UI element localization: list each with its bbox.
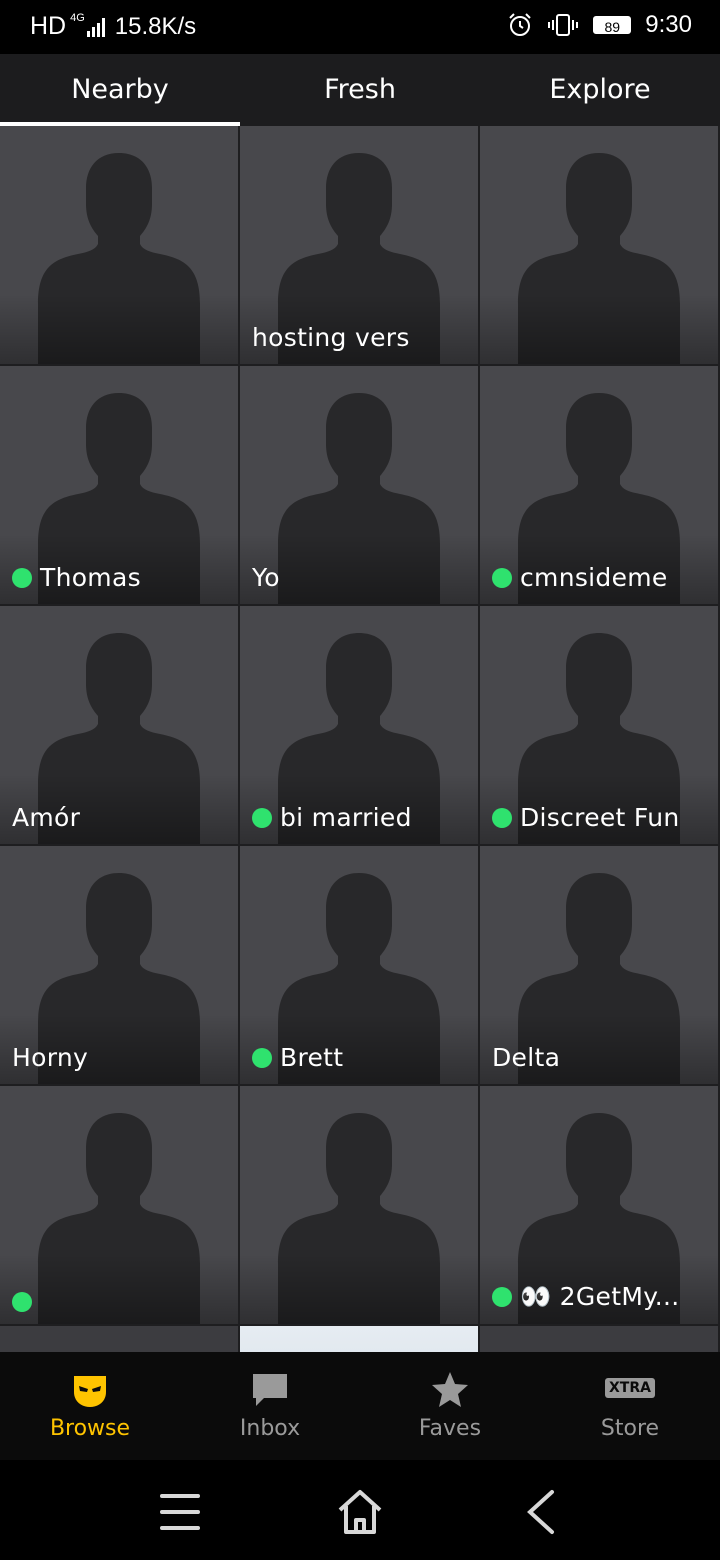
tab-label: Explore — [549, 74, 651, 105]
hd-indicator: HD — [30, 12, 67, 40]
profile-label: Amór — [12, 803, 232, 832]
profile-label: Discreet Fun — [492, 803, 712, 832]
online-indicator-icon — [492, 1287, 512, 1307]
tab-nearby[interactable]: Nearby — [0, 54, 240, 126]
tile-shade — [480, 294, 718, 364]
status-bar: HD 4G 15.8K/s 89 9:30 — [0, 0, 720, 54]
menu-icon[interactable] — [150, 1482, 210, 1542]
profile-tile[interactable]: Amór — [0, 606, 238, 844]
profile-tile-partial[interactable] — [240, 1326, 478, 1352]
profile-label: Yo — [252, 563, 472, 592]
online-indicator-icon — [12, 1292, 32, 1312]
chat-bubble-icon — [253, 1374, 287, 1406]
nav-label: Store — [600, 1416, 660, 1441]
profile-label: Brett — [252, 1043, 472, 1072]
profile-tile[interactable]: Thomas — [0, 366, 238, 604]
profile-tile[interactable]: hosting vers — [240, 126, 478, 364]
profile-tile[interactable]: Delta — [480, 846, 718, 1084]
profile-name: hosting vers — [252, 323, 410, 352]
profile-name: Brett — [280, 1043, 344, 1072]
profile-tile[interactable]: bi married — [240, 606, 478, 844]
profile-tile-partial[interactable] — [0, 1326, 238, 1352]
vibrate-icon — [548, 14, 579, 36]
profile-tile[interactable] — [240, 1086, 478, 1324]
system-nav-bar — [0, 1460, 720, 1560]
profile-name: Delta — [492, 1043, 561, 1072]
profile-name: Thomas — [40, 563, 141, 592]
profile-label: Thomas — [12, 563, 232, 592]
profile-name: Horny — [12, 1043, 89, 1072]
nav-faves[interactable]: Faves — [360, 1352, 540, 1460]
star-icon — [432, 1372, 468, 1407]
profile-name: Yo — [252, 563, 280, 592]
nav-store[interactable]: XTRA Store — [540, 1352, 720, 1460]
status-left: HD 4G 15.8K/s — [30, 12, 196, 41]
online-indicator-icon — [252, 807, 272, 828]
profile-tile-partial[interactable] — [480, 1326, 718, 1352]
profile-name: Amór — [12, 803, 81, 832]
status-right: 89 9:30 — [507, 11, 692, 39]
profile-tile[interactable]: cmnsideme — [480, 366, 718, 604]
top-tabs: Nearby Fresh Explore — [0, 54, 720, 126]
profile-label: Horny — [12, 1043, 232, 1072]
profile-tile[interactable]: Yo — [240, 366, 478, 604]
tab-fresh[interactable]: Fresh — [240, 54, 480, 126]
nav-label: Browse — [49, 1416, 131, 1441]
profile-tile[interactable]: 👀 2GetMy... — [480, 1086, 718, 1324]
bottom-nav: Browse Inbox Faves XTRA Store — [0, 1352, 720, 1460]
profile-grid: hosting vers Thomas Yo cmnsideme Amór bi marr… — [0, 126, 720, 1352]
online-indicator-icon — [492, 807, 512, 828]
tab-label: Fresh — [324, 74, 396, 105]
nav-label: Inbox — [239, 1416, 301, 1441]
tile-shade — [0, 1254, 238, 1324]
browse-mask-icon — [74, 1376, 106, 1407]
profile-tile[interactable] — [480, 126, 718, 364]
home-icon[interactable] — [330, 1482, 390, 1542]
clock: 9:30 — [645, 11, 692, 38]
xtra-badge-icon: XTRA — [605, 1378, 655, 1398]
profile-label: Delta — [492, 1043, 712, 1072]
back-icon[interactable] — [510, 1482, 570, 1542]
tab-label: Nearby — [71, 74, 169, 105]
profile-tile[interactable] — [0, 126, 238, 364]
profile-tile[interactable]: Discreet Fun — [480, 606, 718, 844]
online-indicator-icon — [492, 567, 512, 588]
tab-explore[interactable]: Explore — [480, 54, 720, 126]
profile-name: cmnsideme — [520, 563, 668, 592]
nav-inbox[interactable]: Inbox — [180, 1352, 360, 1460]
profile-tile[interactable]: Horny — [0, 846, 238, 1084]
profile-label: 👀 2GetMy... — [492, 1282, 712, 1312]
battery-icon: 89 — [593, 16, 632, 35]
nav-browse[interactable]: Browse — [0, 1352, 180, 1460]
network-speed: 15.8K/s — [114, 12, 197, 40]
profile-label: cmnsideme — [492, 563, 712, 592]
online-indicator-icon — [12, 567, 32, 588]
alarm-icon — [509, 13, 531, 36]
profile-label: hosting vers — [252, 323, 472, 352]
nav-label: Faves — [418, 1416, 482, 1441]
tile-shade — [240, 1254, 478, 1324]
profile-name: bi married — [280, 803, 412, 832]
profile-label — [12, 1292, 232, 1312]
battery-level: 89 — [604, 19, 621, 35]
profile-label: bi married — [252, 803, 472, 832]
online-indicator-icon — [252, 1047, 272, 1068]
profile-tile[interactable] — [0, 1086, 238, 1324]
network-type: 4G — [70, 12, 85, 24]
profile-tile[interactable]: Brett — [240, 846, 478, 1084]
tile-shade — [0, 294, 238, 364]
profile-name: Discreet Fun — [520, 803, 680, 832]
signal-icon — [86, 17, 105, 37]
profile-name: 👀 2GetMy... — [520, 1282, 680, 1311]
